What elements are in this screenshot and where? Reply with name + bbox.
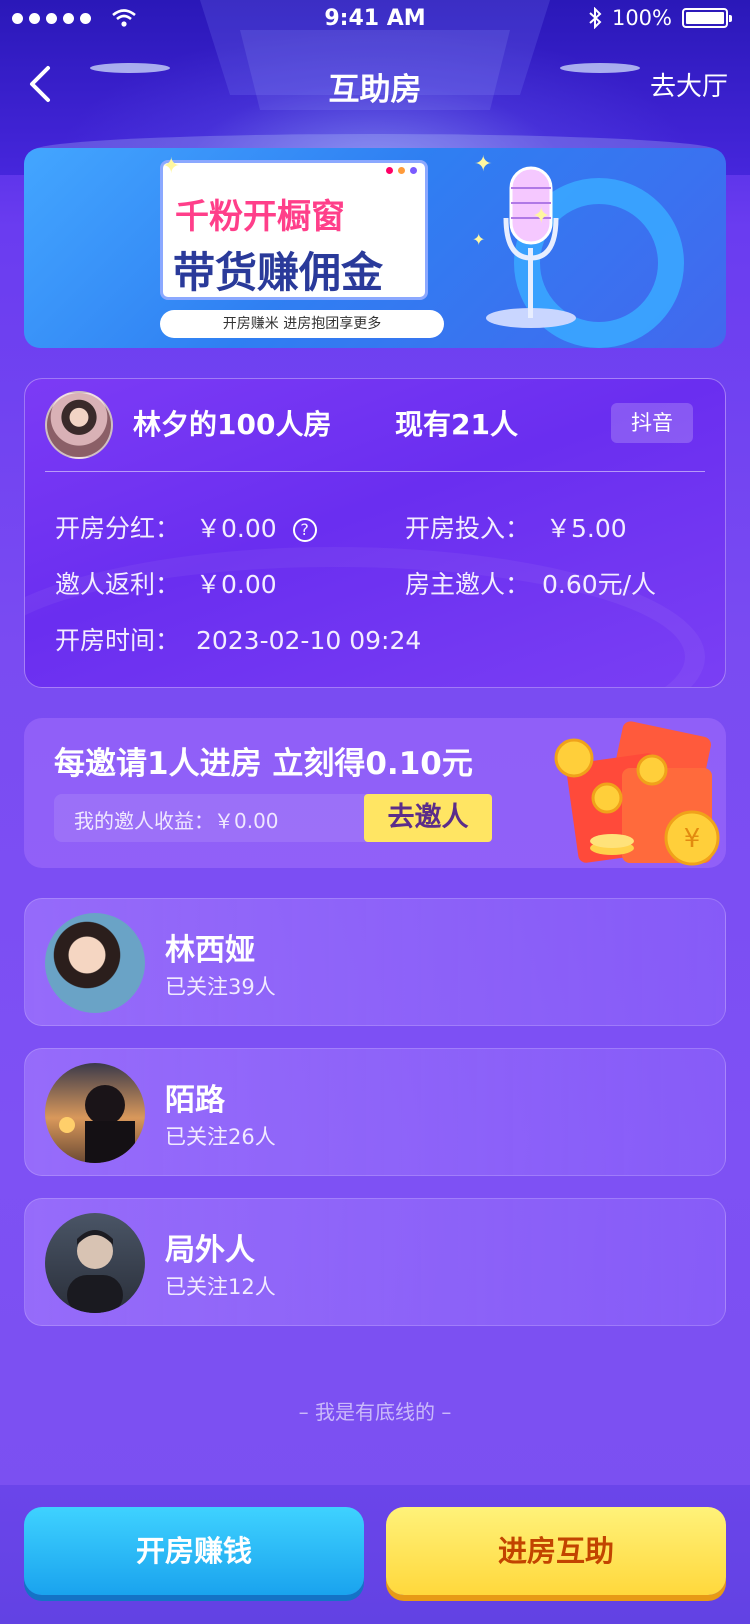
platform-badge: 抖音 — [611, 403, 693, 443]
member-followers: 已关注39人 — [165, 975, 276, 999]
enter-room-button[interactable]: 进房互助 — [386, 1507, 726, 1595]
page-title: 互助房 — [328, 72, 422, 108]
rebate-row: 邀人返利： ￥0.00 — [55, 565, 277, 601]
microphone-icon — [486, 166, 576, 328]
open-time-row: 开房时间： 2023-02-10 09:24 — [55, 621, 421, 657]
member-card[interactable]: 局外人 已关注12人 — [24, 1198, 726, 1326]
open-time-label: 开房时间： — [55, 626, 181, 655]
sparkle-icon: ✦ — [474, 152, 493, 177]
banner-caption: 开房赚米 进房抱团享更多 — [160, 310, 444, 338]
banner-window: 千粉开橱窗 带货赚佣金 — [160, 160, 428, 300]
invite-card: 每邀请1人进房 立刻得0.10元 我的邀人收益：￥0.00 去邀人 ¥ — [24, 718, 726, 868]
banner-headline: 千粉开橱窗 — [175, 197, 345, 237]
bluetooth-icon — [589, 7, 602, 29]
owner-invite-label: 房主邀人： — [405, 570, 531, 599]
member-name: 陌路 — [165, 1083, 225, 1118]
room-member-count: 现有21人 — [395, 408, 518, 441]
svg-text:¥: ¥ — [684, 824, 701, 854]
dividend-value: ￥0.00 — [195, 514, 277, 543]
divider — [45, 471, 705, 472]
member-followers: 已关注12人 — [165, 1275, 276, 1299]
banner-subheadline: 带货赚佣金 — [173, 248, 384, 297]
battery-icon — [682, 8, 732, 28]
room-info-card: 林夕的100人房 现有21人 抖音 开房分红： ￥0.00 ? 开房投入： ￥5… — [24, 378, 726, 688]
open-room-button[interactable]: 开房赚钱 — [24, 1507, 364, 1595]
room-name: 林夕的100人房 — [133, 408, 332, 441]
go-invite-button[interactable]: 去邀人 — [364, 794, 492, 842]
list-end-note: – 我是有底线的 – — [298, 1400, 452, 1424]
status-bar: 9:41 AM 100% — [0, 0, 750, 40]
battery-percent: 100% — [611, 6, 672, 30]
member-card[interactable]: 林西娅 已关注39人 — [24, 898, 726, 1026]
sparkle-icon: ✦ — [162, 154, 181, 179]
sparkle-icon: ✦ — [472, 230, 486, 249]
investment-row: 开房投入： ￥5.00 — [405, 509, 627, 545]
dividend-label: 开房分红： — [55, 514, 181, 543]
open-time-value: 2023-02-10 09:24 — [195, 626, 422, 655]
dividend-row: 开房分红： ￥0.00 ? — [55, 509, 317, 545]
avatar — [45, 1213, 145, 1313]
member-card[interactable]: 陌路 已关注26人 — [24, 1048, 726, 1176]
rebate-label: 邀人返利： — [55, 570, 181, 599]
bottom-action-bar: 开房赚钱 进房互助 — [0, 1485, 750, 1624]
navigation-bar: 互助房 去大厅 — [0, 50, 750, 120]
owner-invite-row: 房主邀人： 0.60元/人 — [405, 565, 656, 601]
invite-reward-title: 每邀请1人进房 立刻得0.10元 — [54, 746, 473, 782]
member-name: 林西娅 — [165, 933, 255, 968]
sparkle-icon: ✦ — [532, 204, 551, 229]
go-lobby-link[interactable]: 去大厅 — [650, 66, 728, 103]
invite-income: 我的邀人收益：￥0.00 — [74, 809, 279, 833]
promo-banner[interactable]: 千粉开橱窗 带货赚佣金 开房赚米 进房抱团享更多 ✦ ✦ ✦ ✦ — [24, 148, 726, 348]
rebate-value: ￥0.00 — [195, 570, 277, 599]
member-name: 局外人 — [165, 1233, 255, 1268]
investment-value: ￥5.00 — [545, 514, 627, 543]
avatar — [45, 913, 145, 1013]
invite-income-row: 我的邀人收益：￥0.00 去邀人 — [54, 794, 492, 842]
room-owner-avatar — [45, 391, 113, 459]
help-icon[interactable]: ? — [292, 518, 317, 542]
member-followers: 已关注26人 — [165, 1125, 276, 1149]
avatar — [45, 1063, 145, 1163]
investment-label: 开房投入： — [405, 514, 531, 543]
red-envelope-icon: ¥ — [554, 721, 720, 866]
owner-invite-value: 0.60元/人 — [541, 570, 657, 599]
